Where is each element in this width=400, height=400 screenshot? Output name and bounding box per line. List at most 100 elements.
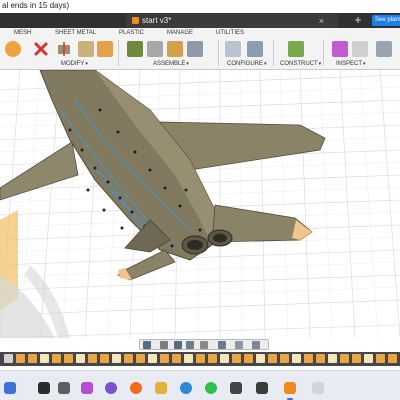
edge-icon[interactable] bbox=[180, 382, 192, 394]
firefox-icon[interactable] bbox=[130, 382, 142, 394]
new-tab-button[interactable]: + bbox=[352, 13, 364, 28]
timeline-feature[interactable] bbox=[340, 354, 349, 363]
orbit-icon[interactable] bbox=[143, 341, 151, 349]
inspect-label: INSPECT bbox=[336, 61, 363, 67]
close-tab-icon[interactable]: × bbox=[319, 14, 324, 28]
viewports-icon[interactable] bbox=[252, 341, 260, 349]
timeline-feature[interactable] bbox=[100, 354, 109, 363]
canvas-viewport[interactable] bbox=[0, 70, 400, 338]
timeline-feature[interactable] bbox=[64, 354, 73, 363]
timeline bbox=[0, 352, 400, 366]
timeline-feature[interactable] bbox=[232, 354, 241, 363]
timeline-feature[interactable] bbox=[40, 354, 49, 363]
search-icon[interactable] bbox=[38, 382, 50, 394]
timeline-feature[interactable] bbox=[196, 354, 205, 363]
timeline-feature[interactable] bbox=[148, 354, 157, 363]
grid-settings-icon[interactable] bbox=[235, 341, 243, 349]
timeline-feature[interactable] bbox=[172, 354, 181, 363]
document-tab-label: start v3* bbox=[142, 16, 172, 25]
timeline-feature[interactable] bbox=[316, 354, 325, 363]
configure-label: CONFIGURE bbox=[227, 61, 263, 67]
clock-app-icon[interactable] bbox=[256, 382, 268, 394]
as-built-joint-icon[interactable] bbox=[167, 41, 183, 57]
inspect-menu[interactable]: INSPECT▾ bbox=[336, 61, 366, 67]
interference-icon[interactable] bbox=[352, 41, 368, 57]
chevron-down-icon: ▾ bbox=[85, 61, 88, 67]
document-tab-bar: start v3* × + See plans bbox=[0, 13, 400, 28]
zoom-icon[interactable] bbox=[186, 341, 194, 349]
delete-icon[interactable] bbox=[33, 41, 49, 57]
timeline-feature[interactable] bbox=[304, 354, 313, 363]
assemble-menu[interactable]: ASSEMBLE▾ bbox=[153, 61, 189, 67]
parameters-icon[interactable] bbox=[225, 41, 241, 57]
configure-table-icon[interactable] bbox=[247, 41, 263, 57]
timeline-feature[interactable] bbox=[124, 354, 133, 363]
display-settings-icon[interactable] bbox=[218, 341, 226, 349]
task-view-icon[interactable] bbox=[58, 382, 70, 394]
timeline-feature[interactable] bbox=[388, 354, 397, 363]
align-icon[interactable] bbox=[97, 41, 113, 57]
tab-mesh[interactable]: MESH bbox=[14, 30, 31, 36]
settings-icon[interactable] bbox=[230, 382, 242, 394]
timeline-feature[interactable] bbox=[328, 354, 337, 363]
timeline-feature[interactable] bbox=[76, 354, 85, 363]
joint-icon[interactable] bbox=[147, 41, 163, 57]
tab-plastic[interactable]: PLASTIC bbox=[119, 30, 144, 36]
mesh-tool-icon[interactable] bbox=[5, 41, 21, 57]
see-plans-button[interactable]: See plans bbox=[372, 15, 400, 26]
timeline-feature[interactable] bbox=[220, 354, 229, 363]
timeline-feature[interactable] bbox=[16, 354, 25, 363]
assemble-label: ASSEMBLE bbox=[153, 61, 186, 67]
timeline-feature[interactable] bbox=[292, 354, 301, 363]
joint-origin-icon[interactable] bbox=[187, 41, 203, 57]
timeline-feature[interactable] bbox=[184, 354, 193, 363]
tab-manage[interactable]: MANAGE bbox=[167, 30, 193, 36]
app-icon[interactable] bbox=[105, 382, 117, 394]
tab-sheet-metal[interactable]: SHEET METAL bbox=[55, 30, 96, 36]
offset-plane-icon[interactable] bbox=[288, 41, 304, 57]
fusion-app-icon[interactable] bbox=[284, 382, 296, 394]
file-explorer-icon[interactable] bbox=[155, 382, 167, 394]
timeline-feature[interactable] bbox=[136, 354, 145, 363]
new-component-icon[interactable] bbox=[127, 41, 143, 57]
toolbar-separator bbox=[218, 40, 219, 66]
start-icon[interactable] bbox=[4, 382, 16, 394]
timeline-feature[interactable] bbox=[352, 354, 361, 363]
insert-icon[interactable] bbox=[376, 41, 392, 57]
copilot-icon[interactable] bbox=[81, 382, 93, 394]
toolbar-separator bbox=[323, 40, 324, 66]
timeline-feature[interactable] bbox=[256, 354, 265, 363]
whatsapp-icon[interactable] bbox=[205, 382, 217, 394]
timeline-feature[interactable] bbox=[88, 354, 97, 363]
modify-menu[interactable]: MODIFY▾ bbox=[61, 61, 88, 67]
timeline-start-icon[interactable] bbox=[4, 354, 13, 363]
timeline-feature[interactable] bbox=[268, 354, 277, 363]
document-tab[interactable]: start v3* × bbox=[126, 14, 338, 28]
taskbar-app-icon[interactable] bbox=[312, 382, 324, 394]
fit-icon[interactable] bbox=[200, 341, 208, 349]
toolbar-separator bbox=[118, 40, 119, 66]
measure-icon[interactable] bbox=[332, 41, 348, 57]
timeline-feature[interactable] bbox=[28, 354, 37, 363]
look-at-icon[interactable] bbox=[160, 341, 168, 349]
window-title: al ends in 15 days) bbox=[0, 0, 400, 13]
construct-menu[interactable]: CONSTRUCT▾ bbox=[280, 61, 321, 67]
pan-icon[interactable] bbox=[174, 341, 182, 349]
modify-label: MODIFY bbox=[61, 61, 85, 67]
timeline-feature[interactable] bbox=[364, 354, 373, 363]
split-body-icon[interactable] bbox=[56, 41, 72, 57]
chevron-down-icon: ▾ bbox=[318, 61, 322, 67]
model-scene[interactable] bbox=[0, 70, 400, 338]
timeline-feature[interactable] bbox=[112, 354, 121, 363]
navigation-bar bbox=[139, 339, 269, 350]
timeline-feature[interactable] bbox=[376, 354, 385, 363]
tab-utilities[interactable]: UTILITIES bbox=[216, 30, 244, 36]
timeline-feature[interactable] bbox=[244, 354, 253, 363]
timeline-feature[interactable] bbox=[52, 354, 61, 363]
fusion-app-window: al ends in 15 days) start v3* × + See pl… bbox=[0, 0, 400, 400]
configure-menu[interactable]: CONFIGURE▾ bbox=[227, 61, 267, 67]
timeline-feature[interactable] bbox=[280, 354, 289, 363]
move-copy-icon[interactable] bbox=[78, 41, 94, 57]
timeline-feature[interactable] bbox=[208, 354, 217, 363]
timeline-feature[interactable] bbox=[160, 354, 169, 363]
